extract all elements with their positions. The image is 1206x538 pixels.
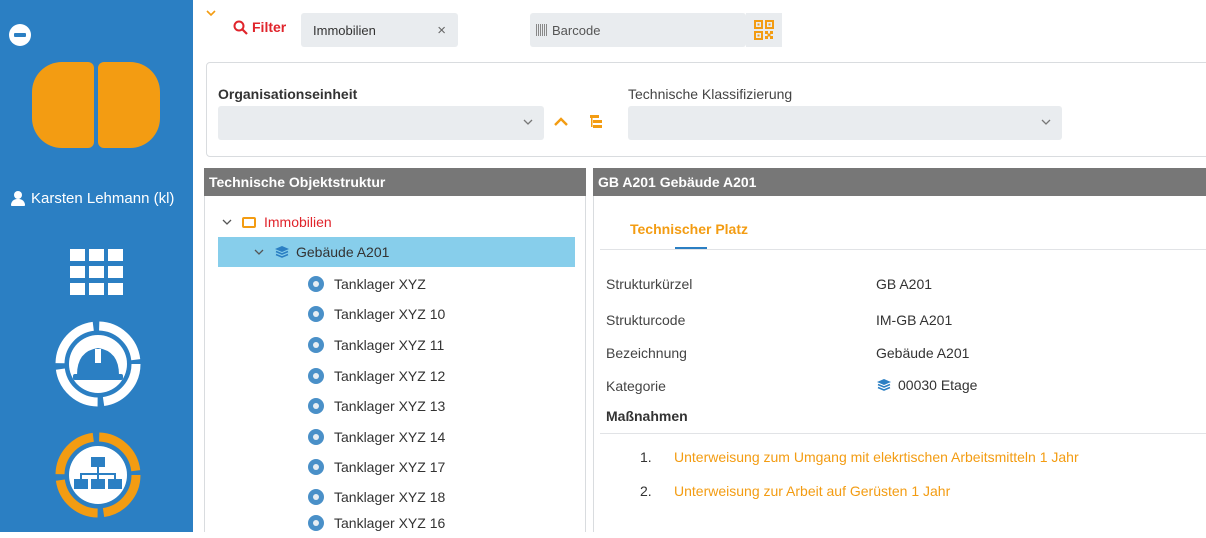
tree-node-gebaeude[interactable]: Gebäude A201 [218,237,575,267]
chevron-down-icon[interactable] [206,8,216,18]
gear-icon [308,515,324,531]
field-label: Kategorie [606,378,666,394]
layers-icon [877,379,891,391]
field-value: IM-GB A201 [876,312,953,328]
tree-node-label: Tanklager XYZ 13 [334,398,446,414]
field-value: Gebäude A201 [876,345,970,361]
field-label: Strukturcode [606,312,686,328]
tree-node-child[interactable]: Tanklager XYZ 10 [308,299,445,329]
tree-panel-title: Technische Objektstruktur [204,168,586,196]
tech-classification-select[interactable] [628,106,1062,140]
user-profile[interactable]: Karsten Lehmann (kl) [11,190,174,207]
tree-node-label: Tanklager XYZ 17 [334,459,446,475]
tree-node-label: Tanklager XYZ 14 [334,429,446,445]
tree-node-label: Tanklager XYZ 10 [334,306,446,322]
measures-divider [600,433,1206,434]
filter-label: Filter [252,19,287,35]
gear-icon [308,337,324,353]
tree-node-child[interactable]: Tanklager XYZ 17 [308,452,445,482]
field-value: GB A201 [876,276,933,292]
tree-node-label: Tanklager XYZ 12 [334,368,446,384]
tech-classification-label: Technische Klassifizierung [628,86,793,102]
gear-icon [308,459,324,475]
measure-number: 2. [640,483,652,499]
field-label: Strukturkürzel [606,276,693,292]
gear-icon [308,489,324,505]
tree-node-label: Immobilien [264,214,332,230]
gear-icon [308,429,324,445]
chevron-up-icon[interactable] [552,114,570,130]
apps-grid-icon[interactable] [70,249,124,299]
tree-node-label: Gebäude A201 [296,244,390,260]
barcode-placeholder: Barcode [552,22,601,38]
filter-button[interactable]: Filter [233,19,286,35]
logo-right-half [98,62,160,148]
measures-title: Maßnahmen [606,408,688,424]
tree-node-label: Tanklager XYZ 16 [334,515,446,531]
tree-node-label: Tanklager XYZ 18 [334,489,446,505]
chevron-down-icon[interactable] [222,217,232,227]
tree-node-child[interactable]: Tanklager XYZ 11 [308,330,444,360]
chevron-down-icon[interactable] [254,247,264,257]
gear-icon [308,276,324,292]
close-icon[interactable]: × [437,22,446,39]
tree-node-label: Tanklager XYZ [334,276,426,292]
details-panel-title: GB A201 Gebäude A201 [593,168,1206,196]
gear-icon [308,368,324,384]
barcode-icon [536,24,548,36]
tree-structure-icon[interactable] [588,113,604,129]
barcode-input[interactable]: Barcode [530,13,746,47]
tree-node-child[interactable]: Tanklager XYZ 13 [308,391,445,421]
collapse-icon[interactable] [9,24,31,46]
qr-code-icon [754,20,774,40]
app-logo[interactable] [32,62,160,148]
gear-icon [308,306,324,322]
filter-chip-label: Immobilien [313,22,376,38]
helmet-icon[interactable] [53,319,143,409]
tree-node-immobilien[interactable]: Immobilien [222,207,572,237]
tree-node-label: Tanklager XYZ 11 [334,337,445,353]
logo-left-half [32,62,94,148]
chevron-down-icon [523,119,533,125]
layers-icon [275,246,289,258]
user-icon [11,191,25,206]
org-unit-select[interactable] [218,106,544,140]
qr-scan-button[interactable] [746,13,782,47]
tree-node-child[interactable]: Tanklager XYZ [308,269,426,299]
gear-icon [308,398,324,414]
tab-divider [600,249,1206,250]
measure-link[interactable]: Unterweisung zur Arbeit auf Gerüsten 1 J… [674,483,950,499]
field-value-category: 00030 Etage [876,377,977,393]
field-label: Bezeichnung [606,345,687,361]
tree-node-child[interactable]: Tanklager XYZ 16 [308,508,445,538]
measure-number: 1. [640,449,652,465]
tab-technischer-platz[interactable]: Technischer Platz [630,221,748,237]
tree-node-child[interactable]: Tanklager XYZ 12 [308,361,445,391]
category-value: 00030 Etage [898,377,978,393]
measure-item[interactable]: 2. Unterweisung zur Arbeit auf Gerüsten … [640,483,950,499]
tree-node-child[interactable]: Tanklager XYZ 14 [308,422,445,452]
folder-icon [242,216,256,228]
org-chart-icon[interactable] [53,430,143,520]
measure-item[interactable]: 1. Unterweisung zum Umgang mit elekrtisc… [640,449,1079,465]
chevron-down-icon [1041,119,1051,125]
measure-link[interactable]: Unterweisung zum Umgang mit elekrtischen… [674,449,1079,465]
org-unit-label: Organisationseinheit [218,86,358,102]
filter-chip[interactable]: Immobilien × [301,13,458,47]
user-name: Karsten Lehmann (kl) [31,190,175,207]
search-icon [233,20,248,35]
sidebar: Karsten Lehmann (kl) [0,0,193,532]
